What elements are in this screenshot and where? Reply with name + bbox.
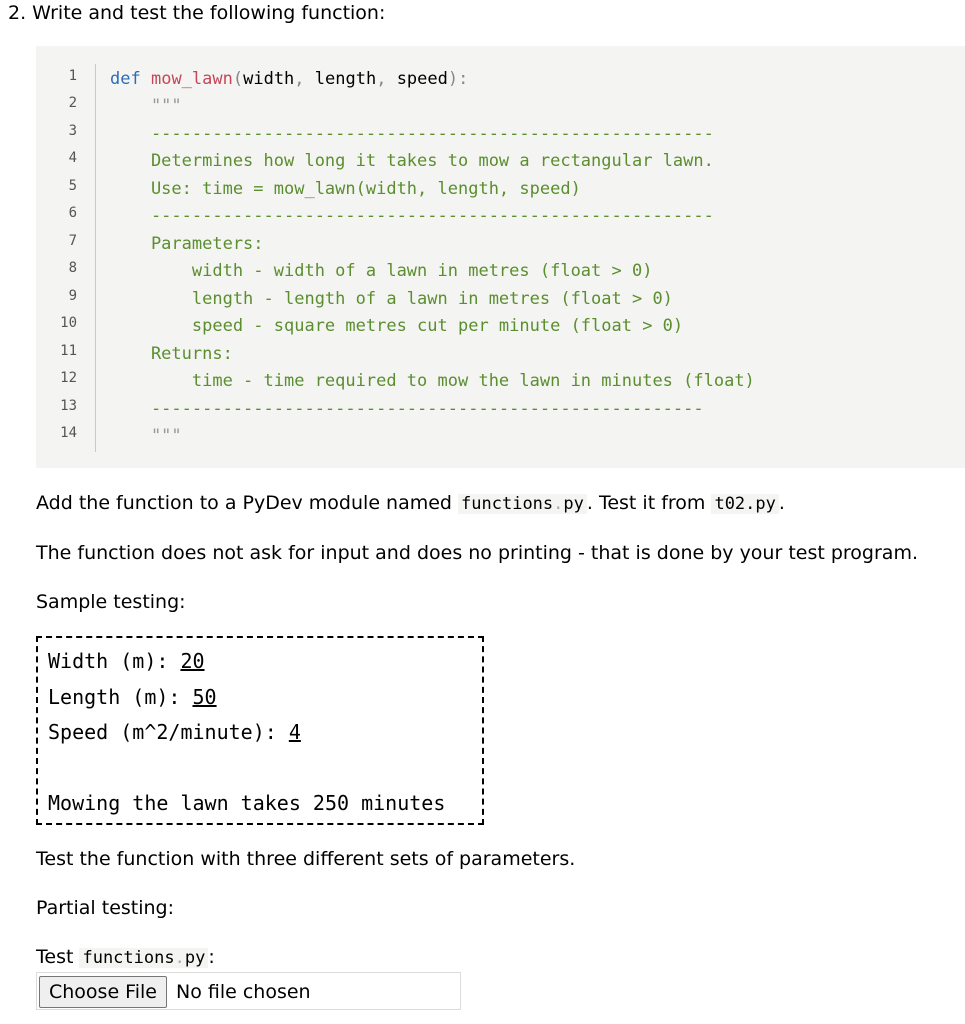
sample-width-value: 20: [180, 649, 205, 673]
line-number: 9: [68, 288, 77, 304]
code-line: """: [110, 96, 182, 116]
sample-output-box: Width (m): 20 Length (m): 50 Speed (m^2/…: [36, 636, 484, 825]
sample-length-line: Length (m): 50: [48, 685, 217, 709]
question-heading: 2. Write and test the following function…: [8, 2, 386, 24]
line-number: 6: [68, 205, 77, 221]
instruction-text: .: [778, 492, 785, 514]
line-number: 11: [60, 343, 77, 359]
def-keyword: def: [110, 69, 141, 89]
line-number: 3: [68, 123, 77, 139]
code-line: ----------------------------------------…: [110, 206, 714, 226]
function-name: mow_lawn: [150, 69, 233, 89]
instruction-text: . Test it from: [586, 492, 712, 514]
sample-width-line: Width (m): 20: [48, 649, 205, 673]
line-number: 12: [60, 370, 77, 386]
inline-code-functions: functions.py: [79, 948, 209, 968]
line-number-gutter: 1 2 3 4 5 6 7 8 9 10 11 12 13 14: [36, 64, 96, 452]
code-line: speed - square metres cut per minute (fl…: [110, 316, 684, 336]
comma: ,: [376, 69, 397, 89]
close-paren: ):: [447, 69, 469, 89]
code-line: """: [110, 426, 182, 446]
line-number: 2: [68, 95, 77, 111]
param-speed: speed: [396, 69, 448, 89]
sample-length-value: 50: [192, 685, 217, 709]
inline-code-t02: t02.py: [711, 494, 779, 514]
code-line: Determines how long it takes to mow a re…: [110, 151, 714, 171]
code-line-def: def mow_lawn(width, length, speed):: [110, 69, 468, 89]
upload-label: Test functions.py:: [36, 946, 215, 968]
instruction-no-io: The function does not ask for input and …: [36, 542, 918, 564]
code-line: Use: time = mow_lawn(width, length, spee…: [110, 179, 581, 199]
file-status-text: No file chosen: [176, 981, 311, 1003]
comma: ,: [294, 69, 315, 89]
code-line: Returns:: [110, 344, 233, 364]
code-line: ----------------------------------------…: [110, 124, 714, 144]
inline-code-functions: functions.py: [458, 494, 587, 514]
instruction-module: Add the function to a PyDev module named…: [36, 490, 785, 517]
line-number: 7: [68, 233, 77, 249]
line-number: 13: [60, 398, 77, 414]
code-line: ----------------------------------------…: [110, 399, 704, 419]
choose-file-button[interactable]: Choose File: [39, 976, 167, 1008]
line-number: 1: [68, 68, 77, 84]
code-block: 1 2 3 4 5 6 7 8 9 10 11 12 13 14 def mow…: [36, 46, 965, 468]
line-number: 5: [68, 178, 77, 194]
param-length: length: [314, 69, 377, 89]
file-upload-input[interactable]: Choose File No file chosen: [36, 972, 461, 1010]
line-number: 8: [68, 260, 77, 276]
sample-speed-line: Speed (m^2/minute): 4: [48, 720, 301, 744]
instruction-three-sets: Test the function with three different s…: [36, 848, 576, 870]
open-paren: (: [232, 69, 244, 89]
code-line: Parameters:: [110, 234, 264, 254]
code-line: length - length of a lawn in metres (flo…: [110, 289, 673, 309]
sample-testing-label: Sample testing:: [36, 591, 186, 613]
instruction-text: Add the function to a PyDev module named: [36, 492, 459, 514]
sample-result-line: Mowing the lawn takes 250 minutes: [48, 791, 446, 815]
code-line: time - time required to mow the lawn in …: [110, 371, 755, 391]
sample-speed-value: 4: [288, 720, 301, 744]
code-line: width - width of a lawn in metres (float…: [110, 261, 653, 281]
param-width: width: [243, 69, 295, 89]
partial-testing-label: Partial testing:: [36, 897, 175, 919]
line-number: 14: [60, 425, 77, 441]
line-number: 4: [68, 150, 77, 166]
line-number: 10: [60, 315, 77, 331]
